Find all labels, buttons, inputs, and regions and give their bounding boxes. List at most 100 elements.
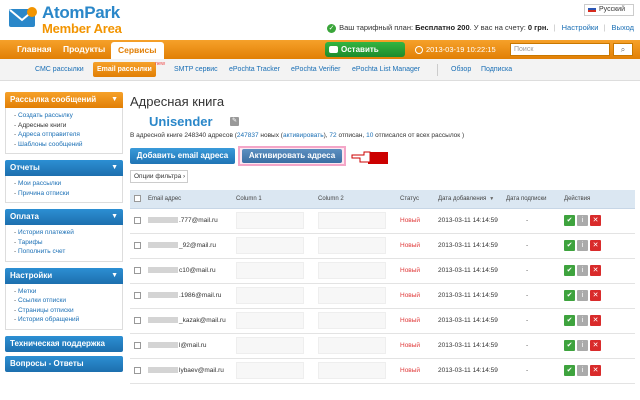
sidebar-item-address-books[interactable]: Адресные книги bbox=[14, 121, 122, 131]
like-icon[interactable]: ✔ bbox=[564, 265, 575, 276]
add-emails-button[interactable]: Добавить email адреса bbox=[130, 148, 235, 164]
subnav-subscription[interactable]: Подписка bbox=[481, 59, 512, 81]
feedback-button[interactable]: Оставить отзыв bbox=[325, 42, 405, 69]
sidebar-item-create-mailing[interactable]: Создать рассылку bbox=[14, 111, 122, 121]
email-address: _kazak@mail.ru bbox=[179, 317, 226, 324]
activate-addresses-button[interactable]: Активировать адреса bbox=[242, 149, 342, 163]
info-icon[interactable]: i bbox=[577, 215, 588, 226]
new-count-link[interactable]: 247837 bbox=[237, 132, 259, 139]
col-column1[interactable]: Column 1 bbox=[232, 190, 314, 209]
row-checkbox[interactable] bbox=[134, 216, 141, 224]
sidebar-block-settings: Настройки▼ Метки Ссылки отписки Страницы… bbox=[5, 267, 123, 330]
date-added: 2013-03-11 14:14:59 bbox=[438, 342, 498, 349]
row-checkbox[interactable] bbox=[134, 341, 141, 349]
delete-icon[interactable]: ✕ bbox=[590, 240, 601, 251]
plan-value: Бесплатно 200 bbox=[415, 23, 470, 32]
status-badge: Новый bbox=[400, 342, 421, 349]
subnav-list-manager[interactable]: ePochta List Manager bbox=[352, 59, 420, 81]
sidebar-item-tags[interactable]: Метки bbox=[14, 287, 122, 297]
sidebar-item-unsub-pages[interactable]: Страницы отписки bbox=[14, 306, 122, 316]
like-icon[interactable]: ✔ bbox=[564, 365, 575, 376]
sidebar-item-templates[interactable]: Шаблоны сообщений bbox=[14, 140, 122, 150]
subnav-smtp[interactable]: SMTP сервис bbox=[174, 59, 218, 81]
sidebar-item-payment-history[interactable]: История платежей bbox=[14, 228, 122, 238]
sort-icon[interactable]: ▼ bbox=[489, 196, 494, 202]
row-checkbox[interactable] bbox=[134, 366, 141, 374]
info-icon[interactable]: i bbox=[577, 240, 588, 251]
language-select[interactable]: Русский bbox=[584, 4, 634, 16]
column2-cell bbox=[318, 262, 386, 279]
column2-cell bbox=[318, 312, 386, 329]
column1-cell bbox=[236, 212, 304, 229]
column1-cell bbox=[236, 362, 304, 379]
subnav-sms[interactable]: СМС рассылки bbox=[35, 59, 84, 81]
info-icon[interactable]: i bbox=[577, 315, 588, 326]
sidebar-header-settings[interactable]: Настройки ▼ bbox=[5, 267, 123, 284]
info-icon[interactable]: i bbox=[577, 365, 588, 376]
date-added: 2013-03-11 14:14:59 bbox=[438, 292, 498, 299]
row-checkbox[interactable] bbox=[134, 241, 141, 249]
sidebar-item-unsub-links[interactable]: Ссылки отписки bbox=[14, 296, 122, 306]
col-actions: Действия bbox=[560, 190, 635, 209]
edit-icon[interactable]: ✎ bbox=[230, 117, 239, 126]
column1-cell bbox=[236, 237, 304, 254]
nav-products[interactable]: Продукты bbox=[56, 40, 112, 59]
nav-services[interactable]: Сервисы bbox=[111, 42, 164, 59]
like-icon[interactable]: ✔ bbox=[564, 215, 575, 226]
col-status[interactable]: Статус bbox=[396, 190, 434, 209]
sub-nav: СМС рассылки Email рассылки SMTP сервис … bbox=[0, 59, 640, 81]
nav-home[interactable]: Главная bbox=[10, 40, 59, 59]
row-checkbox[interactable] bbox=[134, 291, 141, 299]
sidebar-item-requests-history[interactable]: История обращений bbox=[14, 315, 122, 325]
sidebar-item-unsub-reason[interactable]: Причина отписки bbox=[14, 189, 122, 199]
unsub-count-link[interactable]: 72 bbox=[329, 132, 336, 139]
russia-flag-icon bbox=[588, 6, 596, 13]
like-icon[interactable]: ✔ bbox=[564, 290, 575, 301]
sidebar-item-tariffs[interactable]: Тарифы bbox=[14, 238, 122, 248]
sidebar-header-reports[interactable]: Отчеты ▼ bbox=[5, 160, 123, 176]
sidebar-item-top-up[interactable]: Пополнить счет bbox=[14, 247, 122, 257]
info-icon[interactable]: i bbox=[577, 290, 588, 301]
logout-link[interactable]: Выход bbox=[612, 23, 634, 32]
settings-link[interactable]: Настройки bbox=[562, 23, 599, 32]
like-icon[interactable]: ✔ bbox=[564, 315, 575, 326]
subnav-verifier[interactable]: ePochta Verifier bbox=[291, 59, 340, 81]
col-date-subscribed[interactable]: Дата подписки bbox=[502, 190, 560, 209]
sidebar-item-sender-addresses[interactable]: Адреса отправителя bbox=[14, 130, 122, 140]
like-icon[interactable]: ✔ bbox=[564, 340, 575, 351]
sidebar-header-payment[interactable]: Оплата ▼ bbox=[5, 209, 123, 225]
delete-icon[interactable]: ✕ bbox=[590, 340, 601, 351]
table-row: .777@mail.ru Новый 2013-03-11 14:14:59 - ✔ i ✕ bbox=[130, 208, 635, 233]
status-badge: Новый bbox=[400, 292, 421, 299]
like-icon[interactable]: ✔ bbox=[564, 240, 575, 251]
sidebar-header-mailing[interactable]: Рассылка сообщений ▼ bbox=[5, 92, 123, 108]
info-icon[interactable]: i bbox=[577, 265, 588, 276]
sidebar-item-my-mailings[interactable]: Мои рассылки bbox=[14, 179, 122, 189]
select-all-checkbox[interactable] bbox=[134, 195, 141, 203]
col-email[interactable]: Email адрес bbox=[144, 190, 232, 209]
col-column2[interactable]: Column 2 bbox=[314, 190, 396, 209]
delete-icon[interactable]: ✕ bbox=[590, 365, 601, 376]
address-book-name: Unisender bbox=[149, 114, 213, 129]
search-input[interactable]: Поиск bbox=[510, 43, 610, 56]
row-checkbox[interactable] bbox=[134, 316, 141, 324]
column1-cell bbox=[236, 262, 304, 279]
activate-link[interactable]: активировать bbox=[283, 132, 324, 139]
masked-email-part bbox=[148, 342, 178, 349]
col-date-added[interactable]: Дата добавления bbox=[438, 196, 486, 202]
subnav-overview[interactable]: Обзор bbox=[451, 59, 471, 81]
delete-icon[interactable]: ✕ bbox=[590, 265, 601, 276]
sidebar-faq[interactable]: Вопросы - Ответы bbox=[5, 355, 123, 372]
delete-icon[interactable]: ✕ bbox=[590, 315, 601, 326]
atompark-logo[interactable]: AtomPark Member Area bbox=[8, 2, 168, 38]
email-address: .1986@mail.ru bbox=[179, 292, 222, 299]
row-checkbox[interactable] bbox=[134, 266, 141, 274]
sidebar-tech-support[interactable]: Техническая поддержка bbox=[5, 335, 123, 352]
info-icon[interactable]: i bbox=[577, 340, 588, 351]
filter-options-button[interactable]: Опции фильтра › bbox=[130, 170, 188, 183]
delete-icon[interactable]: ✕ bbox=[590, 290, 601, 301]
search-button[interactable]: ⌕ bbox=[613, 43, 633, 56]
subnav-tracker[interactable]: ePochta Tracker bbox=[229, 59, 280, 81]
subnav-email[interactable]: Email рассылки bbox=[93, 62, 156, 77]
delete-icon[interactable]: ✕ bbox=[590, 215, 601, 226]
